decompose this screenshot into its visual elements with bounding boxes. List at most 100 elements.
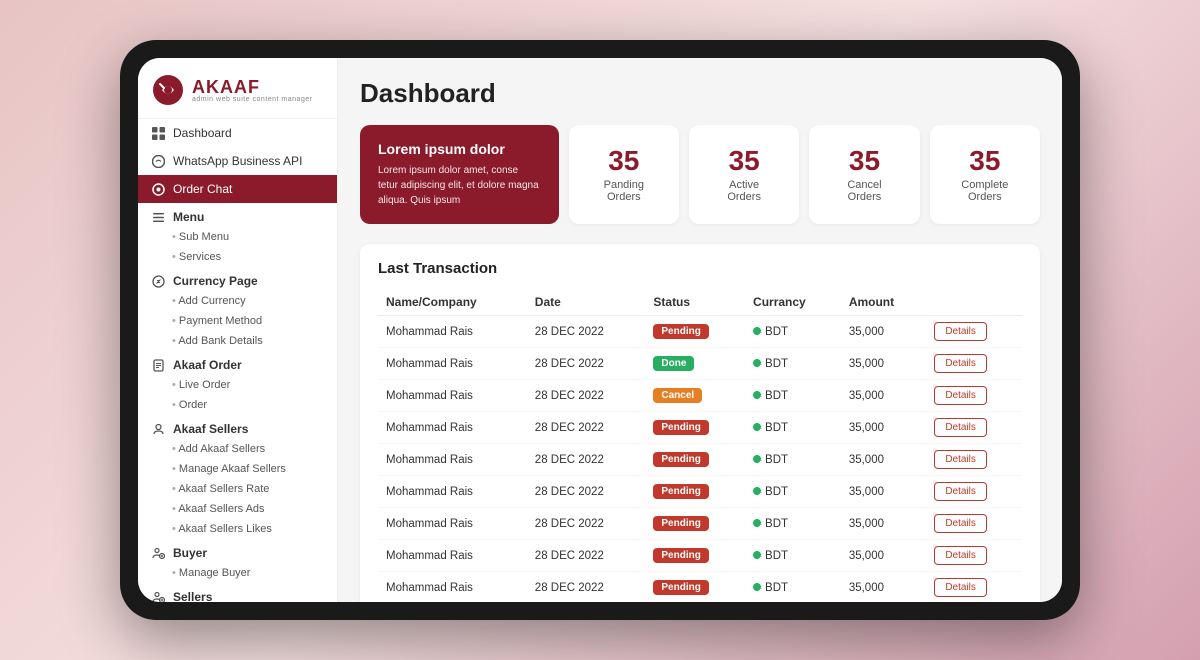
details-button[interactable]: Details — [934, 386, 987, 405]
sidebar-sub-managebuyer[interactable]: Manage Buyer — [138, 563, 337, 583]
menu-icon — [152, 211, 165, 224]
cell-currency: BDT — [745, 316, 841, 348]
hero-card-description: Lorem ipsum dolor amet, conse tetur adip… — [378, 163, 541, 208]
cell-currency: BDT — [745, 572, 841, 603]
sidebar-item-akaaforder-label: Akaaf Order — [173, 358, 242, 372]
sidebar-item-orderchat[interactable]: Order Chat — [138, 175, 337, 203]
cell-currency: BDT — [745, 476, 841, 508]
cell-amount: 35,000 — [841, 380, 927, 412]
table-row: Mohammad Rais 28 DEC 2022 Pending BDT 35… — [378, 316, 1022, 348]
sidebar-item-sellers-label: Sellers — [173, 590, 212, 602]
sidebar-sub-order[interactable]: Order — [138, 395, 337, 415]
sidebar-item-sellers[interactable]: Sellers — [138, 583, 337, 602]
hero-card: Lorem ipsum dolor Lorem ipsum dolor amet… — [360, 125, 559, 224]
whatsapp-icon — [152, 155, 165, 168]
sidebar-sub-akaafSellersAds[interactable]: Akaaf Sellers Ads — [138, 499, 337, 519]
cell-action: Details — [926, 316, 1022, 348]
cell-status: Pending — [645, 540, 745, 572]
cell-status: Pending — [645, 572, 745, 603]
sidebar-item-buyer[interactable]: Buyer — [138, 539, 337, 563]
cell-amount: 35,000 — [841, 444, 927, 476]
currency-dot — [753, 391, 761, 399]
cell-action: Details — [926, 444, 1022, 476]
details-button[interactable]: Details — [934, 322, 987, 341]
currency-icon — [152, 275, 165, 288]
cell-date: 28 DEC 2022 — [527, 508, 646, 540]
currency-dot — [753, 519, 761, 527]
status-badge: Pending — [653, 516, 708, 531]
cell-status: Done — [645, 348, 745, 380]
details-button[interactable]: Details — [934, 514, 987, 533]
table-row: Mohammad Rais 28 DEC 2022 Pending BDT 35… — [378, 540, 1022, 572]
stat-number-complete: 35 — [969, 147, 1000, 175]
sidebar-item-menu[interactable]: Menu — [138, 203, 337, 227]
stat-number-pending: 35 — [608, 147, 639, 175]
currency-dot — [753, 551, 761, 559]
cell-action: Details — [926, 412, 1022, 444]
table-row: Mohammad Rais 28 DEC 2022 Pending BDT 35… — [378, 412, 1022, 444]
sidebar-sub-addakaafSellers[interactable]: Add Akaaf Sellers — [138, 439, 337, 459]
cell-date: 28 DEC 2022 — [527, 316, 646, 348]
details-button[interactable]: Details — [934, 450, 987, 469]
cell-date: 28 DEC 2022 — [527, 380, 646, 412]
cell-amount: 35,000 — [841, 348, 927, 380]
sidebar-sub-akaafSellersRate[interactable]: Akaaf Sellers Rate — [138, 479, 337, 499]
currency-dot — [753, 327, 761, 335]
table-row: Mohammad Rais 28 DEC 2022 Done BDT 35,00… — [378, 348, 1022, 380]
sidebar-item-dashboard-label: Dashboard — [173, 126, 232, 140]
sidebar-sub-liveorder[interactable]: Live Order — [138, 375, 337, 395]
transaction-card: Last Transaction Name/Company Date Statu… — [360, 244, 1040, 602]
sidebar-item-currency[interactable]: Currency Page — [138, 267, 337, 291]
sidebar-sub-submenu[interactable]: Sub Menu — [138, 227, 337, 247]
currency-dot — [753, 487, 761, 495]
sidebar-sub-akaafSellersLikes[interactable]: Akaaf Sellers Likes — [138, 519, 337, 539]
sidebar-sub-services[interactable]: Services — [138, 247, 337, 267]
status-badge: Pending — [653, 484, 708, 499]
col-action — [926, 289, 1022, 316]
cell-name: Mohammad Rais — [378, 572, 527, 603]
sidebar-item-akaaforder[interactable]: Akaaf Order — [138, 351, 337, 375]
sidebar-item-buyer-label: Buyer — [173, 546, 207, 560]
sellers-icon — [152, 591, 165, 603]
cell-amount: 35,000 — [841, 540, 927, 572]
stat-card-cancel: 35 CancelOrders — [809, 125, 919, 224]
sidebar-sub-addcurrency[interactable]: Add Currency — [138, 291, 337, 311]
details-button[interactable]: Details — [934, 418, 987, 437]
stat-card-complete: 35 CompleteOrders — [930, 125, 1040, 224]
logo-area: AKAAF admin web suite content manager — [138, 58, 337, 119]
details-button[interactable]: Details — [934, 578, 987, 597]
cell-currency: BDT — [745, 380, 841, 412]
sidebar-item-whatsapp[interactable]: WhatsApp Business API — [138, 147, 337, 175]
sidebar-item-akaafSellers[interactable]: Akaaf Sellers — [138, 415, 337, 439]
cell-action: Details — [926, 540, 1022, 572]
sidebar-item-dashboard[interactable]: Dashboard — [138, 119, 337, 147]
table-row: Mohammad Rais 28 DEC 2022 Pending BDT 35… — [378, 444, 1022, 476]
table-row: Mohammad Rais 28 DEC 2022 Pending BDT 35… — [378, 508, 1022, 540]
sidebar-item-currency-label: Currency Page — [173, 274, 258, 288]
details-button[interactable]: Details — [934, 546, 987, 565]
sidebar-item-menu-label: Menu — [173, 210, 204, 224]
sidebar-sub-paymentmethod[interactable]: Payment Method — [138, 311, 337, 331]
transaction-body: Mohammad Rais 28 DEC 2022 Pending BDT 35… — [378, 316, 1022, 603]
akaafSellers-icon — [152, 423, 165, 436]
cell-name: Mohammad Rais — [378, 316, 527, 348]
cell-currency: BDT — [745, 540, 841, 572]
cell-amount: 35,000 — [841, 508, 927, 540]
cell-amount: 35,000 — [841, 572, 927, 603]
stat-label-pending: PandingOrders — [604, 179, 644, 203]
cell-currency: BDT — [745, 348, 841, 380]
status-badge: Cancel — [653, 388, 702, 403]
cell-date: 28 DEC 2022 — [527, 444, 646, 476]
table-row: Mohammad Rais 28 DEC 2022 Pending BDT 35… — [378, 572, 1022, 603]
status-badge: Pending — [653, 324, 708, 339]
sidebar-sub-bankdetails[interactable]: Add Bank Details — [138, 331, 337, 351]
details-button[interactable]: Details — [934, 482, 987, 501]
cell-amount: 35,000 — [841, 476, 927, 508]
cell-currency: BDT — [745, 508, 841, 540]
buyer-icon — [152, 547, 165, 560]
cell-currency: BDT — [745, 412, 841, 444]
cell-name: Mohammad Rais — [378, 380, 527, 412]
cell-name: Mohammad Rais — [378, 476, 527, 508]
details-button[interactable]: Details — [934, 354, 987, 373]
sidebar-sub-manageakaafSellers[interactable]: Manage Akaaf Sellers — [138, 459, 337, 479]
